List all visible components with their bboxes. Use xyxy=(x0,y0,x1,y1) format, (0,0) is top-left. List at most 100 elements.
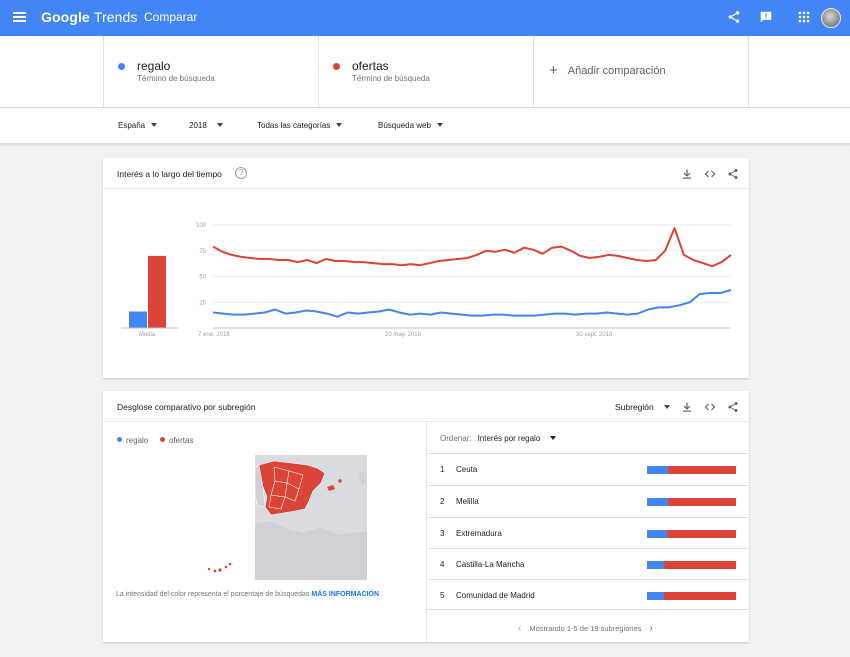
comparison-bar xyxy=(647,561,736,569)
avatar[interactable] xyxy=(821,8,841,28)
chevron-down-icon xyxy=(216,123,223,127)
term-2-color-dot xyxy=(333,63,340,70)
legend-label: regalo xyxy=(126,436,149,445)
x-tick-label: 7 ene. 2018 xyxy=(198,332,230,338)
year-filter-label: 2018 xyxy=(189,121,207,130)
table-row[interactable]: 2 Melilla xyxy=(426,485,749,516)
category-filter[interactable]: Todas las categorías xyxy=(257,121,343,130)
year-filter[interactable]: 2018 xyxy=(189,121,223,130)
plus-icon: + xyxy=(549,62,558,79)
comparison-bar xyxy=(647,466,736,474)
term-2-name: ofertas xyxy=(352,59,389,73)
x-tick-label: 30 sept. 2018 xyxy=(576,332,613,338)
comparison-bar xyxy=(647,592,736,600)
download-icon[interactable] xyxy=(681,401,693,413)
y-tick-label: 100 xyxy=(196,223,207,229)
map-footnote: La intensidad del color representa el po… xyxy=(116,591,379,598)
spain-region-map[interactable] xyxy=(199,453,371,581)
term-1-name: regalo xyxy=(137,59,171,73)
subregion-breakdown-card: Desglose comparativo por subregión Subre… xyxy=(103,391,749,642)
subregion-selector-label: Subregión xyxy=(615,402,654,412)
category-filter-label: Todas las categorías xyxy=(257,121,331,130)
top-app-bar: Google Trends Comparar xyxy=(0,0,850,36)
bar-segment-regalo xyxy=(647,498,668,506)
rank-number: 3 xyxy=(440,529,445,538)
chevron-down-icon xyxy=(336,123,343,127)
card-header: Interés a lo largo del tiempo ? xyxy=(103,158,749,189)
apps-grid-icon[interactable] xyxy=(797,10,811,24)
sort-label: Ordenar: xyxy=(440,434,472,443)
bar-segment-ofertas xyxy=(664,592,736,600)
embed-code-icon[interactable] xyxy=(704,401,716,413)
share-icon[interactable] xyxy=(727,168,739,180)
rank-number: 5 xyxy=(440,591,445,600)
y-tick-label: 25 xyxy=(199,300,206,306)
add-comparison-button[interactable]: + Añadir comparación xyxy=(549,62,666,79)
logo-google-text: Google xyxy=(41,9,90,25)
interest-line-chart: 25 50 75 100 7 ene. 2018 20 may. 2018 30 sept.… xyxy=(121,223,732,338)
interest-over-time-card: Interés a lo largo del tiempo ? 25 50 75 10… xyxy=(103,158,749,378)
chevron-down-icon xyxy=(436,123,443,127)
balearic-islands[interactable] xyxy=(338,479,342,483)
rank-region-name: Comunidad de Madrid xyxy=(456,591,535,600)
comparison-bar xyxy=(647,530,736,538)
share-icon[interactable] xyxy=(727,10,741,24)
map-footnote-text: La intensidad del color representa el po… xyxy=(116,591,310,598)
chevron-down-icon xyxy=(663,405,670,409)
chevron-left-icon[interactable]: ‹ xyxy=(518,623,521,634)
feedback-icon[interactable] xyxy=(759,10,773,24)
menu-icon[interactable] xyxy=(13,12,26,22)
bar-segment-regalo xyxy=(647,561,664,569)
search-term-2[interactable]: ofertas Término de búsqueda xyxy=(318,36,534,108)
legend-item-ofertas: ofertas xyxy=(160,436,193,445)
bar-segment-regalo xyxy=(647,592,664,600)
card-title: Desglose comparativo por subregión xyxy=(117,402,256,412)
embed-code-icon[interactable] xyxy=(704,168,716,180)
canary-islands[interactable] xyxy=(207,567,211,571)
canary-islands[interactable] xyxy=(213,569,217,573)
bar-segment-regalo xyxy=(647,466,668,474)
help-icon[interactable]: ? xyxy=(235,167,247,179)
legend-label: ofertas xyxy=(169,436,194,445)
card-header: Desglose comparativo por subregión Subre… xyxy=(103,391,749,422)
subregion-selector[interactable]: Subregión xyxy=(615,402,670,412)
legend-dot xyxy=(117,437,122,442)
rank-region-name: Extremadura xyxy=(456,529,502,538)
chevron-right-icon[interactable]: › xyxy=(650,623,653,634)
term-1-color-dot xyxy=(118,63,125,70)
canary-islands[interactable] xyxy=(218,568,222,572)
google-trends-logo[interactable]: Google Trends xyxy=(41,9,137,25)
pagination-text: Mostrando 1-5 de 19 subregiones xyxy=(529,624,642,633)
average-bar-regalo xyxy=(129,311,147,328)
series-line-regalo xyxy=(212,288,732,318)
table-row[interactable]: 1 Ceuta xyxy=(426,453,749,484)
page-title: Comparar xyxy=(144,10,198,24)
filter-bar: España 2018 Todas las categorías Búsqued… xyxy=(0,108,850,144)
sort-selector[interactable]: Ordenar: Interés por regalo xyxy=(440,434,557,443)
average-label: Media xyxy=(139,332,156,338)
canary-islands[interactable] xyxy=(224,565,228,569)
compare-bar: regalo Término de búsqueda ofertas Térmi… xyxy=(0,36,850,108)
search-type-filter[interactable]: Búsqueda web xyxy=(378,121,443,130)
region-filter[interactable]: España xyxy=(118,121,158,130)
rank-region-name: Melilla xyxy=(456,497,479,506)
share-icon[interactable] xyxy=(727,401,739,413)
region-filter-label: España xyxy=(118,121,146,130)
canary-islands[interactable] xyxy=(228,562,232,566)
table-row[interactable]: 5 Comunidad de Madrid xyxy=(426,579,749,610)
chevron-down-icon xyxy=(550,436,557,440)
more-info-link[interactable]: MÁS INFORMACIÓN xyxy=(311,591,379,598)
term-1-subtitle: Término de búsqueda xyxy=(137,74,215,83)
rank-region-name: Ceuta xyxy=(456,465,478,474)
chevron-down-icon xyxy=(151,123,158,127)
table-row[interactable]: 3 Extremadura xyxy=(426,517,749,548)
search-term-1[interactable]: regalo Término de búsqueda xyxy=(103,36,319,108)
search-type-filter-label: Búsqueda web xyxy=(378,121,431,130)
series-line-ofertas xyxy=(212,227,732,268)
table-row[interactable]: 4 Castilla-La Mancha xyxy=(426,548,749,579)
download-icon[interactable] xyxy=(681,168,693,180)
bar-segment-regalo xyxy=(647,530,667,538)
bar-segment-ofertas xyxy=(667,530,736,538)
legend-dot xyxy=(160,437,165,442)
card-title: Interés a lo largo del tiempo xyxy=(117,169,222,179)
